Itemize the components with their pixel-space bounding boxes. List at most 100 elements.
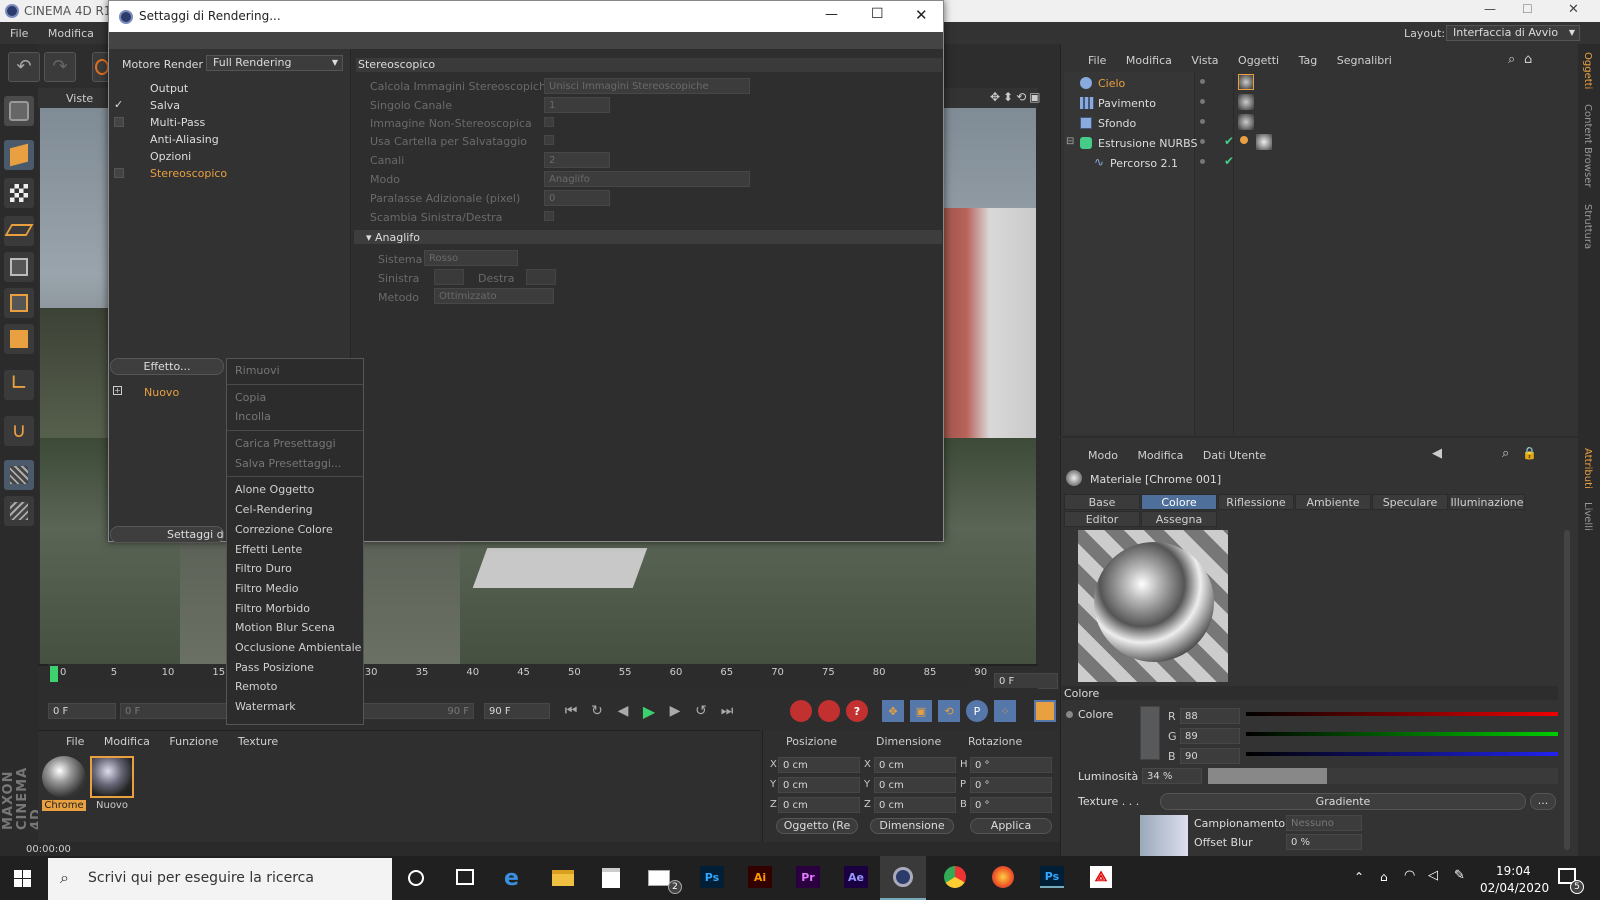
attr-menu-modifica[interactable]: Modifica (1137, 449, 1183, 462)
keyframe-help-icon[interactable]: ? (846, 700, 868, 722)
prev-key-icon[interactable]: ↻ (586, 700, 608, 722)
explorer-icon[interactable] (552, 870, 574, 886)
render-sidebar-item[interactable]: Multi-Pass (110, 114, 346, 131)
b-field[interactable]: 90 (1180, 748, 1240, 764)
tab-assegna[interactable]: Assegna (1141, 511, 1217, 527)
sampling-select[interactable]: Nessuno (1286, 815, 1362, 831)
viewport-menu-viste[interactable]: Viste (66, 92, 93, 105)
checkbox[interactable] (114, 117, 124, 127)
g-field[interactable]: 89 (1180, 728, 1240, 744)
autokey-icon[interactable] (818, 700, 840, 722)
clock-time[interactable]: 19:04 (1496, 864, 1531, 878)
axis-mode-icon[interactable]: ∟ (4, 370, 34, 400)
r-slider[interactable] (1246, 712, 1558, 716)
mat-menu-texture[interactable]: Texture (238, 735, 278, 748)
grid-lock-icon[interactable] (4, 496, 34, 526)
obj-search-icon[interactable]: ⌕ (1508, 52, 1515, 67)
checkbox[interactable] (114, 168, 124, 178)
attr-search-icon[interactable]: ⌕ (1502, 446, 1509, 461)
brightness-field[interactable]: 34 % (1142, 768, 1202, 784)
windows-start-icon[interactable] (14, 870, 31, 887)
checkmark-icon[interactable]: ✓ (114, 99, 124, 110)
render-sidebar-item[interactable]: ✓ Salva (110, 97, 346, 114)
expand-icon[interactable]: ⊟ (1066, 136, 1074, 147)
polygons-mode-icon[interactable] (4, 324, 34, 354)
model-mode-icon[interactable] (4, 96, 34, 126)
pla-key-icon[interactable]: ⁘ (994, 700, 1016, 722)
photoshop-icon-2[interactable]: Ps (1040, 866, 1064, 888)
render-sidebar-item[interactable]: Stereoscopico (110, 165, 346, 182)
material-nuovo[interactable]: Nuovo (90, 756, 134, 812)
mail-icon[interactable] (648, 870, 670, 886)
magnet-icon[interactable]: ∪ (4, 416, 34, 446)
pen-icon[interactable]: ✎ (1454, 868, 1465, 883)
sky-material-tag-icon[interactable] (1238, 74, 1254, 90)
mat-menu-funzione[interactable]: Funzione (169, 735, 218, 748)
play-icon[interactable]: ▶ (638, 700, 660, 722)
side-tab-attributi[interactable]: Attributi (1582, 448, 1593, 489)
anaglyph-header[interactable]: ▾ Anaglifo (366, 231, 420, 244)
object-row[interactable]: ⊟ Estrusione NURBS ✔ (1064, 134, 1534, 153)
task-view-icon[interactable] (456, 869, 474, 885)
coord-size-field[interactable]: 0 cm (874, 777, 956, 793)
side-tab-struttura[interactable]: Struttura (1582, 204, 1593, 249)
workplane-icon[interactable] (4, 216, 34, 246)
attr-back-icon[interactable]: ◀ (1432, 446, 1442, 461)
menu-file[interactable]: File (10, 27, 28, 40)
undo-button[interactable]: ↶ (8, 52, 40, 82)
tab-speculare[interactable]: Speculare (1372, 494, 1448, 510)
engine-select[interactable]: Full Rendering ▼ (206, 55, 343, 71)
g-slider[interactable] (1246, 732, 1558, 736)
goto-end-icon[interactable]: ⏭ (716, 700, 738, 722)
object-row[interactable]: Cielo (1064, 74, 1534, 93)
store-icon[interactable] (602, 868, 620, 888)
next-frame-icon[interactable]: ▶ (664, 700, 686, 722)
tab-colore[interactable]: Colore (1141, 494, 1217, 510)
blur-field[interactable]: 0 % (1286, 834, 1362, 850)
volume-icon[interactable]: ◁ (1428, 868, 1438, 883)
timeline-range-start[interactable]: 0 F (120, 703, 230, 719)
timeline-current-frame[interactable]: 0 F (994, 673, 1058, 689)
material-preview[interactable] (1078, 530, 1228, 682)
context-menu-item[interactable]: Cel-Rendering (227, 500, 363, 520)
spline-enabled-icon[interactable]: ✔ (1224, 154, 1234, 168)
context-menu-item[interactable]: Copia (227, 388, 363, 408)
timeline-options-icon[interactable] (1034, 700, 1056, 722)
obj-menu-segnalibri[interactable]: Segnalibri (1337, 54, 1392, 67)
mat-menu-modifica[interactable]: Modifica (104, 735, 150, 748)
obj-home-icon[interactable]: ⌂ (1524, 52, 1532, 67)
stereo-select[interactable]: Unisci Immagini Stereoscopiche (544, 78, 750, 94)
timeline-end-field[interactable]: 90 F (484, 703, 550, 719)
side-tab-content-browser[interactable]: Content Browser (1582, 104, 1593, 187)
premiere-icon[interactable]: Pr (796, 866, 820, 888)
context-menu-item[interactable]: Watermark (227, 697, 363, 717)
after-effects-icon[interactable]: Ae (844, 866, 868, 888)
attr-menu-modo[interactable]: Modo (1088, 449, 1118, 462)
acrobat-icon[interactable]: ⟁ (1090, 866, 1112, 888)
object-row[interactable]: Sfondo (1064, 114, 1534, 133)
goto-start-icon[interactable]: ⏮ (560, 700, 582, 722)
tab-base[interactable]: Base (1064, 494, 1140, 510)
coord-apply-button[interactable]: Applica (970, 818, 1052, 834)
side-tab-oggetti[interactable]: Oggetti (1582, 52, 1593, 89)
coord-position-field[interactable]: 0 cm (778, 777, 860, 793)
destra-swatch[interactable] (526, 269, 556, 285)
context-menu-item[interactable]: Pass Posizione (227, 658, 363, 678)
coord-size-field[interactable]: 0 cm (874, 797, 956, 813)
obj-menu-modifica[interactable]: Modifica (1126, 54, 1172, 67)
object-row[interactable]: ∿ Percorso 2.1 ✔ (1064, 154, 1534, 173)
taskbar-search-box[interactable]: ⌕ Scrivi qui per eseguire la ricerca (48, 858, 392, 900)
app-minimize-button[interactable]: — (1484, 2, 1496, 16)
wifi-icon[interactable]: ◠ (1404, 868, 1415, 883)
layout-select[interactable]: Interfaccia di Avvio ▼ (1446, 25, 1580, 41)
menu-modifica[interactable]: Modifica (48, 27, 94, 40)
stereo-number-field[interactable]: 0 (544, 190, 610, 206)
new-effect-item[interactable]: Nuovo (144, 386, 179, 399)
nurbs-phong-tag-icon[interactable] (1240, 136, 1248, 144)
coord-rotation-field[interactable]: 0 ° (970, 797, 1052, 813)
sinistra-swatch[interactable] (434, 269, 464, 285)
tab-ambiente[interactable]: Ambiente (1295, 494, 1371, 510)
background-material-tag-icon[interactable] (1238, 114, 1254, 130)
nurbs-enabled-icon[interactable]: ✔ (1224, 134, 1234, 148)
timeline-start-field[interactable]: 0 F (48, 703, 116, 719)
